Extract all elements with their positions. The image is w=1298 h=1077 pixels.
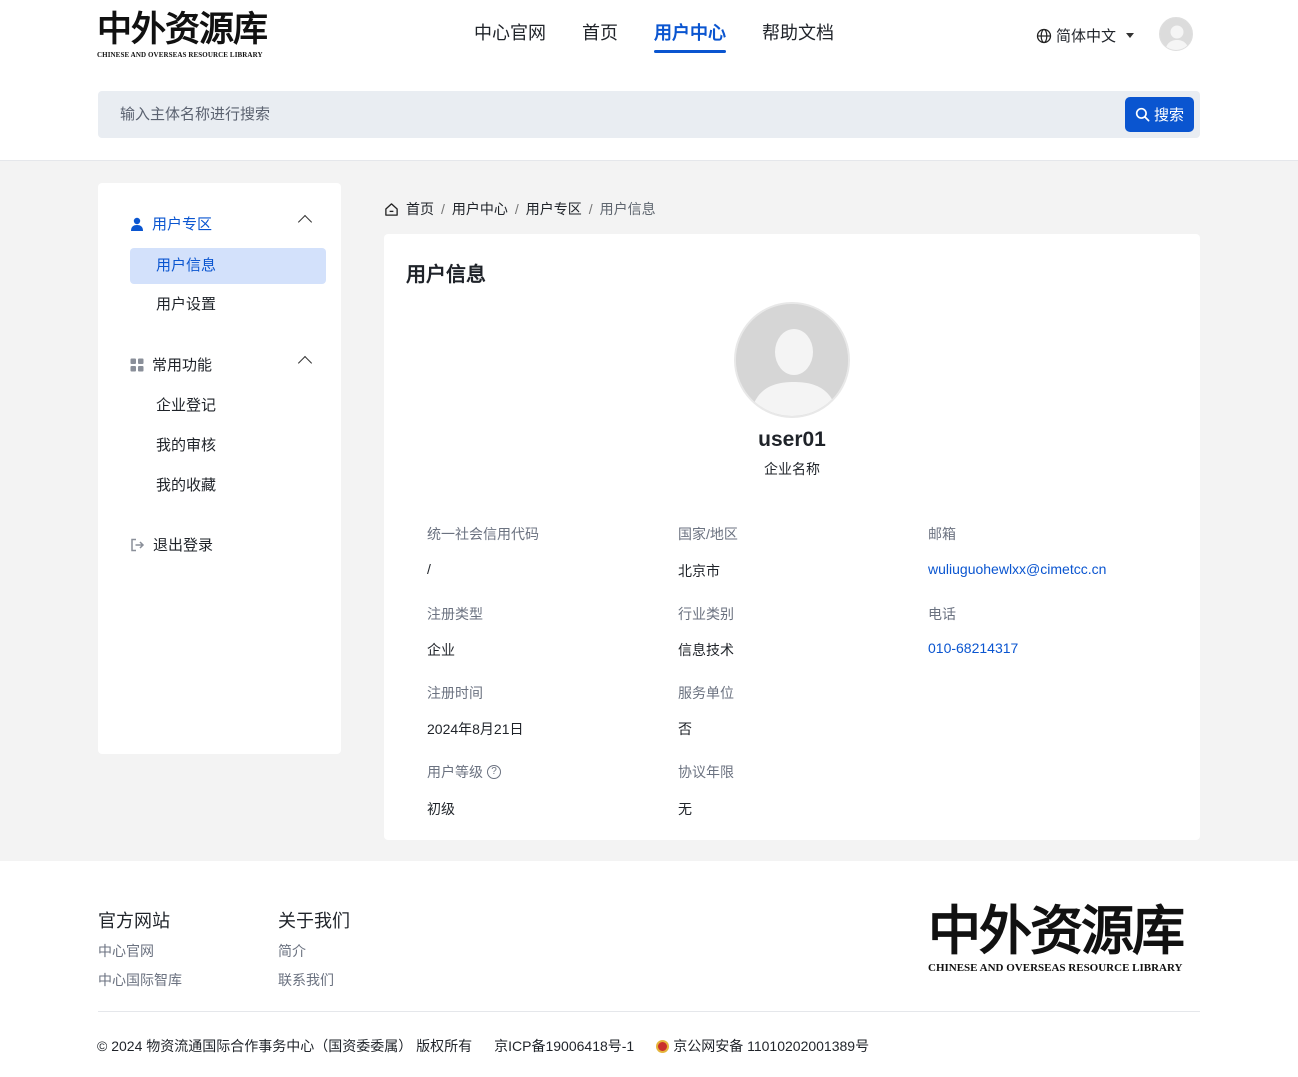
field-value-phone[interactable]: 010-68214317 [928,640,1018,656]
search-bar: 搜索 [98,91,1200,138]
footer-police-record[interactable]: 京公网安备 11010202001389号 [656,1036,869,1056]
footer-link-contact[interactable]: 联系我们 [278,970,334,990]
sidebar-item-my-favorites[interactable]: 我的收藏 [130,468,326,504]
field-label-email: 邮箱 [928,526,956,542]
profile-avatar [734,302,850,418]
nav-item-center-site[interactable]: 中心官网 [474,20,546,53]
sidebar-item-user-settings[interactable]: 用户设置 [130,287,326,323]
sidebar-group-label: 常用功能 [152,357,213,374]
page-title: 用户信息 [406,264,486,286]
site-header: 中外资源库 CHINESE AND OVERSEAS RESOURCE LIBR… [0,0,1298,161]
sidebar-logout[interactable]: 退出登录 [130,534,310,555]
help-circle-icon[interactable]: ? [487,765,501,779]
field-label-reg-type: 注册类型 [427,606,483,622]
site-logo[interactable]: 中外资源库 CHINESE AND OVERSEAS RESOURCE LIBR… [97,9,273,60]
profile-username: user01 [758,428,826,451]
sidebar-group-common-functions[interactable]: 常用功能 [130,354,313,375]
site-footer: 官方网站 中心官网 中心国际智库 关于我们 简介 联系我们 中外资源库 CHIN… [0,861,1298,1077]
field-label-credit-code: 统一社会信用代码 [427,526,539,542]
field-label-service-unit: 服务单位 [678,685,734,701]
footer-copyright: © 2024 物资流通国际合作事务中心（国资委委属） 版权所有 [97,1038,473,1054]
breadcrumb-separator: / [514,201,519,217]
profile-company: 企业名称 [764,461,820,477]
field-value-industry: 信息技术 [678,642,734,658]
footer-logo: 中外资源库 CHINESE AND OVERSEAS RESOURCE LIBR… [928,901,1200,974]
search-icon [1135,107,1150,122]
breadcrumb-current: 用户信息 [599,201,656,217]
caret-down-icon [1126,33,1135,38]
field-value-service-unit: 否 [678,721,692,737]
police-badge-icon [656,1040,670,1053]
field-value-credit-code: / [427,561,431,577]
field-label-user-level: 用户等级 [427,764,483,780]
footer-divider [98,1011,1200,1012]
field-label-phone: 电话 [928,606,956,622]
nav-item-help-docs[interactable]: 帮助文档 [762,20,834,53]
footer-col-title-about: 关于我们 [278,911,350,931]
logo-text-en: CHINESE AND OVERSEAS RESOURCE LIBRARY [97,51,263,59]
chevron-up-icon [297,355,313,371]
home-icon[interactable] [384,202,399,217]
breadcrumb-user-center[interactable]: 用户中心 [452,199,508,219]
chevron-up-icon [297,214,313,230]
sidebar-item-my-reviews[interactable]: 我的审核 [130,428,326,464]
breadcrumb: 首页 / 用户中心 / 用户专区 / 用户信息 [384,199,656,219]
footer-logo-text-en: CHINESE AND OVERSEAS RESOURCE LIBRARY [928,962,1183,974]
language-label: 简体中文 [1056,28,1117,45]
sidebar-group-user-zone[interactable]: 用户专区 [130,213,313,234]
field-value-email[interactable]: wuliuguohewlxx@cimetcc.cn [928,561,1106,577]
breadcrumb-home[interactable]: 首页 [406,199,434,219]
field-label-user-level-wrap: 用户等级 ? [427,762,501,782]
sidebar-item-company-registration[interactable]: 企业登记 [130,388,326,424]
globe-icon [1036,28,1052,43]
language-selector[interactable]: 简体中文 [1036,25,1135,46]
logo-text-cn: 中外资源库 [97,9,268,50]
avatar-silhouette-icon [1160,18,1192,50]
field-label-agreement-term: 协议年限 [678,764,734,780]
user-avatar[interactable] [1159,17,1193,51]
field-label-industry: 行业类别 [678,606,734,622]
sidebar-item-user-info[interactable]: 用户信息 [130,248,326,284]
breadcrumb-separator: / [588,201,593,217]
logout-icon [131,538,145,551]
footer-logo-text-cn: 中外资源库 [928,900,1185,962]
search-input[interactable] [98,91,1108,138]
search-button-label: 搜索 [1153,107,1184,124]
field-value-agreement-term: 无 [678,801,692,817]
field-label-reg-time: 注册时间 [427,685,483,701]
grid-icon [130,358,144,371]
breadcrumb-separator: / [441,201,445,217]
main-content: 用户专区 用户信息 用户设置 常用功能 企业登记 我的审核 我的收藏 退出登录 [0,161,1298,861]
user-info-card: 用户信息 user01 企业名称 统一社会信用代码 / 国家/地区 北京市 邮箱… [384,234,1200,840]
footer-link-intro[interactable]: 简介 [278,941,306,961]
footer-icp[interactable]: 京ICP备19006418号-1 [494,1036,634,1056]
sidebar-group-label: 用户专区 [152,216,213,233]
nav-item-home[interactable]: 首页 [582,20,618,53]
footer-link-center-site[interactable]: 中心官网 [98,941,154,961]
footer-police-text: 京公网安备 11010202001389号 [673,1038,870,1054]
field-value-reg-time: 2024年8月21日 [427,721,524,737]
avatar-silhouette-icon [736,304,848,416]
field-value-user-level: 初级 [427,801,455,817]
footer-col-title-official: 官方网站 [98,911,170,931]
footer-legal: © 2024 物资流通国际合作事务中心（国资委委属） 版权所有 京ICP备190… [97,1036,869,1056]
main-nav: 中心官网 首页 用户中心 帮助文档 [474,20,834,53]
footer-link-think-tank[interactable]: 中心国际智库 [98,970,182,990]
nav-item-user-center[interactable]: 用户中心 [654,20,726,53]
breadcrumb-user-zone[interactable]: 用户专区 [526,199,582,219]
sidebar: 用户专区 用户信息 用户设置 常用功能 企业登记 我的审核 我的收藏 退出登录 [98,183,341,754]
field-value-reg-type: 企业 [427,642,455,658]
logout-label: 退出登录 [153,537,214,554]
field-value-region: 北京市 [678,563,720,579]
field-label-region: 国家/地区 [678,526,738,542]
search-button[interactable]: 搜索 [1125,97,1194,132]
user-icon [131,217,143,231]
